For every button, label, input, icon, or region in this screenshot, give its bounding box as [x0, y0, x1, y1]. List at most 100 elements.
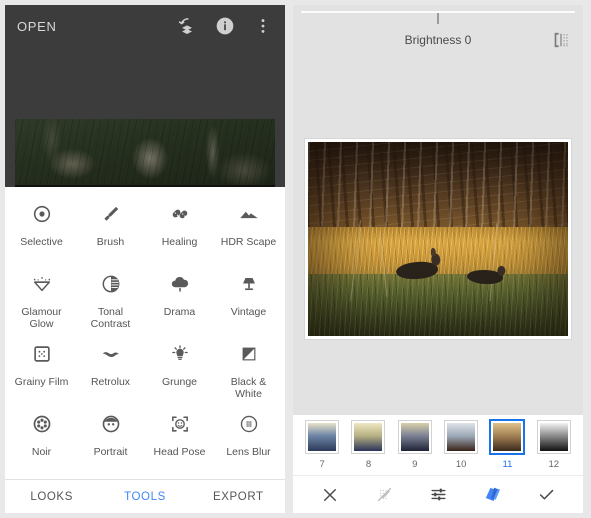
healing-icon: [169, 201, 191, 227]
tool-label: Lens Blur: [226, 446, 271, 458]
bottom-nav: LOOKS TOOLS EXPORT: [5, 479, 285, 513]
tool-retrolux[interactable]: Retrolux: [76, 333, 145, 403]
tool-label: Black & White: [230, 376, 267, 400]
filter-preview: [537, 420, 570, 453]
editor-photo-preview[interactable]: [15, 119, 275, 185]
tool-noir[interactable]: Noir: [7, 403, 76, 473]
filter-preview: [398, 420, 431, 453]
selective-icon: [31, 201, 53, 227]
nav-export[interactable]: EXPORT: [192, 491, 285, 503]
nav-looks[interactable]: LOOKS: [5, 491, 98, 503]
tool-label: Drama: [163, 306, 196, 318]
tool-drama[interactable]: Drama: [145, 263, 214, 333]
tool-lens-blur[interactable]: Lens Blur: [214, 403, 283, 473]
grunge-icon: [169, 341, 191, 367]
filter-number: 8: [365, 458, 372, 470]
snapseed-looks-screen: Brightness 0 7 8 9 10 11 12: [293, 5, 583, 513]
photo-canvas[interactable]: [293, 55, 583, 415]
adjustment-label-row: Brightness 0: [293, 27, 583, 53]
info-icon[interactable]: [215, 16, 235, 36]
filter-thumb-11[interactable]: 11: [487, 420, 527, 470]
vintage-icon: [238, 271, 260, 297]
tool-label: Head Pose: [153, 446, 206, 458]
right-screen-panel: Brightness 0 7 8 9 10 11 12: [290, 0, 591, 518]
retrolux-icon: [100, 341, 122, 367]
tool-tonal-contrast[interactable]: Tonal Contrast: [76, 263, 145, 333]
tool-healing[interactable]: Healing: [145, 193, 214, 263]
tool-label: Glamour Glow: [21, 306, 62, 330]
tool-label: Retrolux: [90, 376, 131, 388]
tool-black-and-white[interactable]: Black & White: [214, 333, 283, 403]
adjust-button[interactable]: [423, 480, 453, 510]
looks-button[interactable]: [477, 480, 507, 510]
adjustment-slider-thumb[interactable]: [437, 13, 439, 24]
head-pose-icon: [169, 411, 191, 437]
tonal-contrast-icon: [100, 271, 122, 297]
check-icon: [539, 489, 553, 500]
masking-button[interactable]: [369, 480, 399, 510]
tool-label: Brush: [96, 236, 125, 248]
filter-preview: [491, 420, 524, 453]
topbar-icon-group: [177, 16, 273, 36]
portrait-icon: [100, 411, 122, 437]
tool-glamour-glow[interactable]: Glamour Glow: [7, 263, 76, 333]
compare-button[interactable]: [551, 27, 571, 53]
tools-grid: Selective Brush Healing HDR Scape Glamou…: [5, 187, 285, 479]
hdr-scape-icon: [238, 201, 260, 227]
tool-head-pose[interactable]: Head Pose: [145, 403, 214, 473]
glamour-glow-icon: [31, 271, 53, 297]
tool-portrait[interactable]: Portrait: [76, 403, 145, 473]
cancel-button[interactable]: [315, 480, 345, 510]
filter-preview: [306, 420, 339, 453]
filter-number: 12: [548, 458, 560, 470]
open-button[interactable]: OPEN: [17, 19, 177, 34]
filter-preview: [445, 420, 478, 453]
tool-label: Healing: [161, 236, 198, 248]
tool-label: Grainy Film: [14, 376, 69, 388]
drama-icon: [169, 271, 191, 297]
turkey-field-photo: [308, 142, 568, 336]
nav-tools[interactable]: TOOLS: [98, 491, 191, 503]
apply-button[interactable]: [531, 480, 561, 510]
filter-thumb-10[interactable]: 10: [441, 420, 481, 470]
tools-sheet: Selective Brush Healing HDR Scape Glamou…: [5, 187, 285, 513]
filter-number: 10: [455, 458, 467, 470]
tool-grunge[interactable]: Grunge: [145, 333, 214, 403]
noir-icon: [31, 411, 53, 437]
tool-selective[interactable]: Selective: [7, 193, 76, 263]
stack-looks-icon: [485, 487, 500, 501]
brush-icon: [100, 201, 122, 227]
compare-split-icon: [554, 32, 568, 48]
vignette-overlay: [308, 142, 568, 336]
filter-number: 9: [412, 458, 418, 470]
masking-brush-off-icon: [377, 487, 391, 502]
black-and-white-icon: [238, 341, 260, 367]
tool-brush[interactable]: Brush: [76, 193, 145, 263]
left-screen-panel: OPEN Selective Brush Healing HDR Scape G…: [0, 0, 290, 518]
revert-stack-icon[interactable]: [177, 16, 197, 36]
edited-photo[interactable]: [305, 139, 571, 339]
editor-action-bar: [293, 475, 583, 513]
tool-label: Vintage: [230, 306, 267, 318]
lens-blur-icon: [238, 411, 260, 437]
filter-thumb-7[interactable]: 7: [302, 420, 342, 470]
sliders-icon: [430, 488, 446, 501]
filter-thumb-12[interactable]: 12: [534, 420, 574, 470]
tool-grainy-film[interactable]: Grainy Film: [7, 333, 76, 403]
close-icon: [324, 488, 336, 501]
filter-thumbnail-strip[interactable]: 7 8 9 10 11 12: [293, 415, 583, 475]
filter-thumb-8[interactable]: 8: [348, 420, 388, 470]
filter-preview: [352, 420, 385, 453]
tool-label: HDR Scape: [220, 236, 277, 248]
adjustment-value-label: Brightness 0: [404, 33, 472, 47]
tool-hdr-scape[interactable]: HDR Scape: [214, 193, 283, 263]
forest-photo: [15, 119, 275, 185]
tool-label: Noir: [31, 446, 52, 458]
overflow-menu-icon[interactable]: [253, 16, 273, 36]
snapseed-editor-screen: OPEN Selective Brush Healing HDR Scape G…: [5, 5, 285, 513]
editor-topbar: OPEN: [5, 5, 285, 47]
filter-number: 11: [502, 458, 513, 470]
filter-thumb-9[interactable]: 9: [395, 420, 435, 470]
dual-screenshot-container: OPEN Selective Brush Healing HDR Scape G…: [0, 0, 591, 518]
tool-vintage[interactable]: Vintage: [214, 263, 283, 333]
